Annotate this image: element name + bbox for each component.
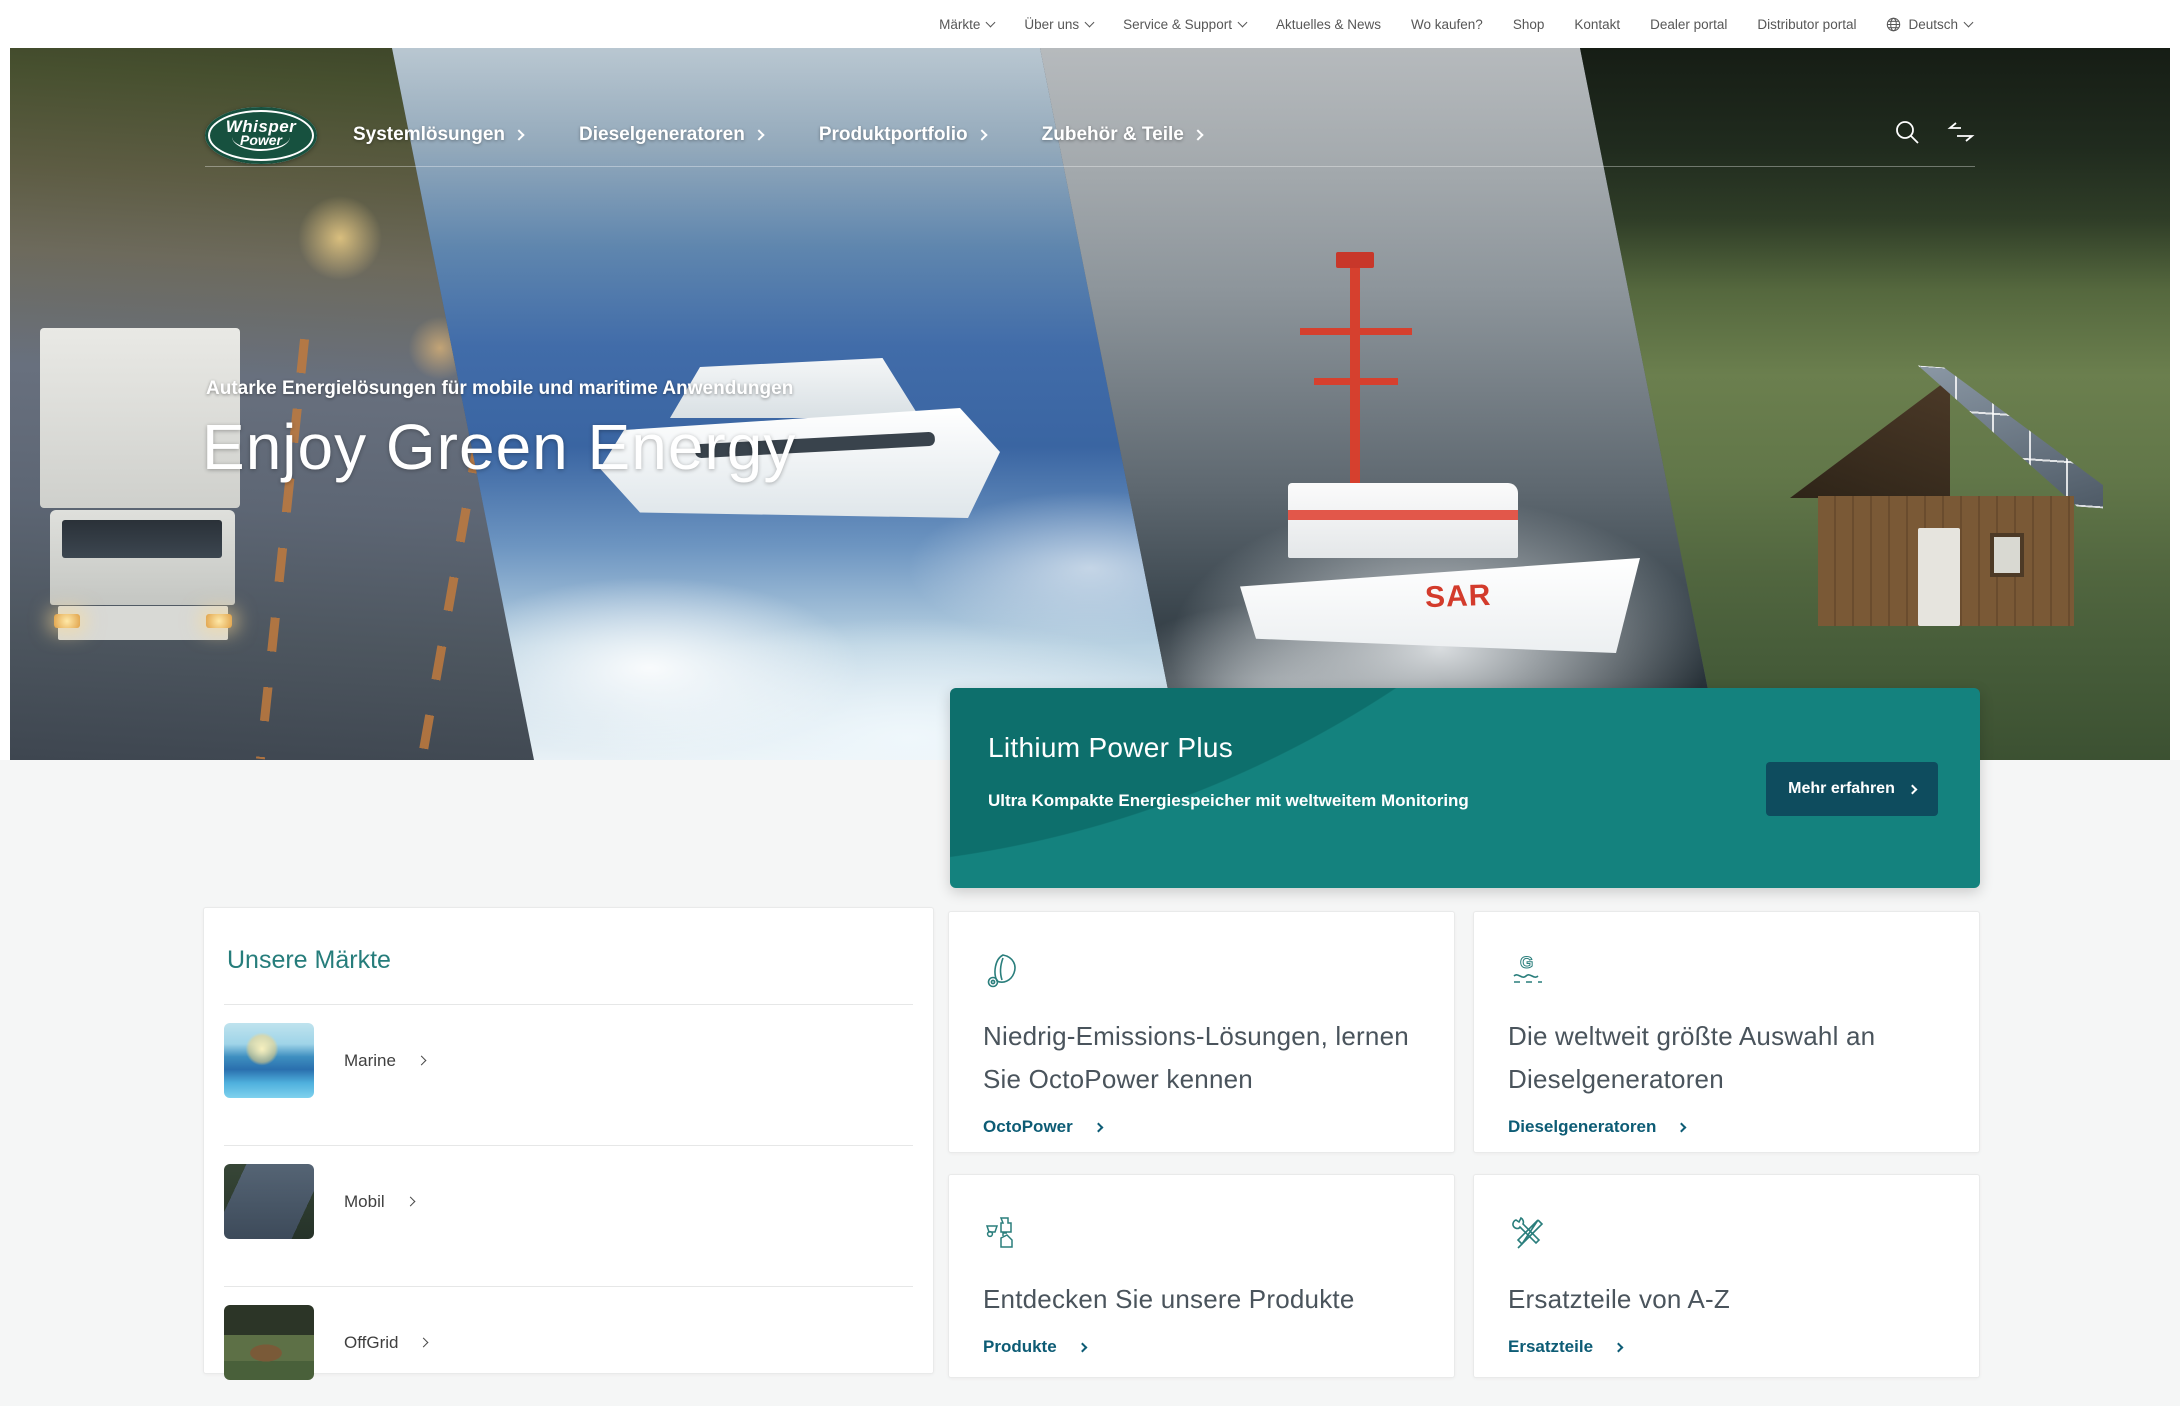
- products-icon: [983, 1214, 1023, 1254]
- nav-item-systemloesungen[interactable]: Systemlösungen: [353, 124, 523, 146]
- promo-title: Lithium Power Plus: [988, 732, 1233, 764]
- utility-nav-dealer-portal[interactable]: Dealer portal: [1650, 17, 1727, 32]
- ersatzteile-link[interactable]: Ersatzteile: [1508, 1337, 1943, 1357]
- logo-text-line2: Power: [232, 134, 290, 151]
- utility-nav-kontakt[interactable]: Kontakt: [1574, 17, 1620, 32]
- chevron-right-icon: [419, 1338, 429, 1348]
- feature-title: Entdecken Sie unsere Produkte: [983, 1278, 1418, 1321]
- link-label: Produkte: [983, 1337, 1057, 1357]
- link-label: OctoPower: [983, 1117, 1073, 1137]
- nav-item-zubehoer-teile[interactable]: Zubehör & Teile: [1042, 124, 1202, 146]
- nav-item-label: Dieselgeneratoren: [579, 124, 745, 146]
- chevron-right-icon: [405, 1197, 415, 1207]
- feature-card-ersatzteile: Ersatzteile von A-Z Ersatzteile: [1473, 1174, 1980, 1378]
- chevron-right-icon: [1907, 784, 1917, 794]
- chevron-right-icon: [513, 129, 524, 140]
- search-icon[interactable]: [1893, 118, 1921, 146]
- utility-nav-distributor-portal[interactable]: Distributor portal: [1757, 17, 1856, 32]
- promo-card-lithium-power-plus: Lithium Power Plus Ultra Kompakte Energi…: [950, 688, 1980, 888]
- feature-title: Die weltweit größte Auswahl an Dieselgen…: [1508, 1015, 1943, 1101]
- cabin-illustration: [1790, 378, 2100, 638]
- compare-arrows-icon[interactable]: [1947, 118, 1975, 146]
- chevron-down-icon: [986, 17, 996, 27]
- utility-nav-label: Märkte: [939, 17, 980, 32]
- utility-nav-label: Über uns: [1024, 17, 1079, 32]
- markets-title: Unsere Märkte: [224, 946, 913, 975]
- utility-nav-label: Aktuelles & News: [1276, 17, 1381, 32]
- utility-nav-label: Dealer portal: [1650, 17, 1727, 32]
- generator-icon: G: [1508, 951, 1548, 991]
- market-item-mobil[interactable]: Mobil: [224, 1146, 913, 1257]
- market-label: Mobil: [344, 1192, 385, 1212]
- lane-marking: [256, 339, 309, 760]
- ocean-sunrise-thumbnail: [224, 1023, 314, 1098]
- utility-nav-label: Distributor portal: [1757, 17, 1856, 32]
- utility-nav-wo-kaufen[interactable]: Wo kaufen?: [1411, 17, 1483, 32]
- market-item-marine[interactable]: Marine: [224, 1005, 913, 1116]
- chevron-down-icon: [1085, 17, 1095, 27]
- market-item-offgrid[interactable]: OffGrid: [224, 1287, 913, 1398]
- link-label: Dieselgeneratoren: [1508, 1117, 1656, 1137]
- leaf-eco-icon: [983, 951, 1023, 991]
- sar-boat-illustration: SAR: [1280, 268, 1680, 688]
- utility-nav-label: Shop: [1513, 17, 1545, 32]
- highway-thumbnail: [224, 1164, 314, 1239]
- hero-headline: Enjoy Green Energy: [202, 410, 796, 484]
- chevron-right-icon: [1614, 1342, 1624, 1352]
- chevron-right-icon: [1677, 1122, 1687, 1132]
- chevron-right-icon: [753, 129, 764, 140]
- utility-nav-maerkte[interactable]: Märkte: [939, 17, 994, 32]
- utility-nav: Märkte Über uns Service & Support Aktuel…: [0, 0, 2180, 48]
- utility-nav-aktuelles-news[interactable]: Aktuelles & News: [1276, 17, 1381, 32]
- utility-nav-label: Wo kaufen?: [1411, 17, 1483, 32]
- feature-card-produkte: Entdecken Sie unsere Produkte Produkte: [948, 1174, 1455, 1378]
- produkte-link[interactable]: Produkte: [983, 1337, 1418, 1357]
- nav-item-label: Produktportfolio: [819, 124, 968, 146]
- nav-item-produktportfolio[interactable]: Produktportfolio: [819, 124, 986, 146]
- chevron-right-icon: [1093, 1122, 1103, 1132]
- hero-banner: SAR Whisper Power Systemlösungen Dieselg…: [10, 48, 2170, 760]
- language-selector[interactable]: Deutsch: [1886, 17, 1972, 32]
- feature-title: Ersatzteile von A-Z: [1508, 1278, 1943, 1321]
- chevron-right-icon: [417, 1056, 427, 1066]
- utility-nav-ueber-uns[interactable]: Über uns: [1024, 17, 1093, 32]
- octopower-link[interactable]: OctoPower: [983, 1117, 1418, 1137]
- cabin-field-thumbnail: [224, 1305, 314, 1380]
- whisperpower-logo[interactable]: Whisper Power: [205, 107, 317, 164]
- globe-icon: [1886, 17, 1901, 32]
- chevron-right-icon: [1077, 1342, 1087, 1352]
- dieselgeneratoren-link[interactable]: Dieselgeneratoren: [1508, 1117, 1943, 1137]
- link-label: Ersatzteile: [1508, 1337, 1593, 1357]
- language-label: Deutsch: [1908, 17, 1958, 32]
- hero-kicker: Autarke Energielösungen für mobile und m…: [206, 378, 793, 400]
- chevron-down-icon: [1964, 17, 1974, 27]
- chevron-right-icon: [976, 129, 987, 140]
- feature-card-octopower: Niedrig-Emissions-Lösungen, lernen Sie O…: [948, 911, 1455, 1153]
- nav-item-dieselgeneratoren[interactable]: Dieselgeneratoren: [579, 124, 763, 146]
- utility-nav-shop[interactable]: Shop: [1513, 17, 1545, 32]
- market-label: Marine: [344, 1051, 396, 1071]
- svg-text:G: G: [1520, 953, 1533, 972]
- nav-divider-line: [205, 166, 1975, 167]
- feature-title: Niedrig-Emissions-Lösungen, lernen Sie O…: [983, 1015, 1418, 1101]
- markets-card: Unsere Märkte Marine Mobil OffGrid: [203, 907, 934, 1374]
- main-nav: Whisper Power Systemlösungen Dieselgener…: [205, 106, 1202, 164]
- feature-card-dieselgeneratoren: G Die weltweit größte Auswahl an Dieselg…: [1473, 911, 1980, 1153]
- chevron-right-icon: [1192, 129, 1203, 140]
- utility-nav-label: Service & Support: [1123, 17, 1232, 32]
- nav-item-label: Systemlösungen: [353, 124, 505, 146]
- utility-nav-label: Kontakt: [1574, 17, 1620, 32]
- sar-hull-text: SAR: [1424, 579, 1491, 615]
- page: Märkte Über uns Service & Support Aktuel…: [0, 0, 2180, 1406]
- nav-item-label: Zubehör & Teile: [1042, 124, 1184, 146]
- utility-nav-service-support[interactable]: Service & Support: [1123, 17, 1246, 32]
- promo-subtitle: Ultra Kompakte Energiespeicher mit weltw…: [988, 791, 1469, 811]
- button-label: Mehr erfahren: [1788, 780, 1895, 798]
- tools-icon: [1508, 1214, 1548, 1254]
- chevron-down-icon: [1238, 17, 1248, 27]
- mehr-erfahren-button[interactable]: Mehr erfahren: [1766, 762, 1938, 816]
- market-label: OffGrid: [344, 1333, 398, 1353]
